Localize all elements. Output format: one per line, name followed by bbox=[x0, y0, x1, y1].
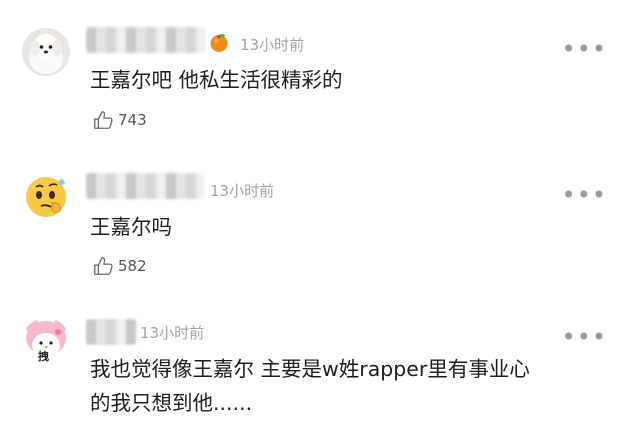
username-blurred[interactable] bbox=[86, 319, 136, 345]
timestamp: 13小时前 bbox=[240, 36, 305, 54]
white-dog-avatar-icon bbox=[22, 28, 70, 76]
comment-text: 王嘉尔吗 bbox=[90, 215, 172, 239]
more-dots-icon[interactable]: ••• bbox=[562, 37, 607, 61]
comment-item: 13小时前 ••• 王嘉尔吧 他私生活很精彩的 743 bbox=[0, 0, 641, 150]
thumbs-up-icon bbox=[94, 257, 113, 275]
like-count: 743 bbox=[118, 111, 147, 129]
comment-text-line-2: 的我只想到他...... bbox=[90, 391, 253, 415]
avatar[interactable] bbox=[22, 28, 70, 76]
username-blurred[interactable] bbox=[86, 27, 206, 53]
avatar[interactable] bbox=[22, 173, 70, 221]
comment-text-line-1: 我也觉得像王嘉尔 主要是w姓rapper里有事业心 bbox=[90, 357, 530, 381]
timestamp: 13小时前 bbox=[140, 324, 205, 342]
avatar[interactable]: 拽 bbox=[22, 318, 70, 366]
like-button[interactable]: 582 bbox=[92, 254, 147, 278]
thinking-face-emoji-avatar-icon bbox=[22, 173, 70, 221]
more-dots-icon[interactable]: ••• bbox=[562, 183, 607, 207]
orange-fruit-icon bbox=[210, 34, 228, 52]
like-button[interactable]: 743 bbox=[92, 108, 147, 132]
more-dots-icon[interactable]: ••• bbox=[562, 325, 607, 349]
thumbs-up-icon bbox=[94, 111, 113, 129]
comment-item: 拽 13小时前 ••• 我也觉得像王嘉尔 主要是w姓rapper里有事业心 的我… bbox=[0, 290, 641, 421]
comment-item: 13小时前 ••• 王嘉尔吗 582 bbox=[0, 150, 641, 290]
username-blurred[interactable] bbox=[86, 173, 204, 199]
like-count: 582 bbox=[118, 257, 147, 275]
comment-text: 王嘉尔吧 他私生活很精彩的 bbox=[90, 68, 343, 92]
avatar-label: 拽 bbox=[38, 350, 49, 363]
timestamp: 13小时前 bbox=[210, 182, 275, 200]
